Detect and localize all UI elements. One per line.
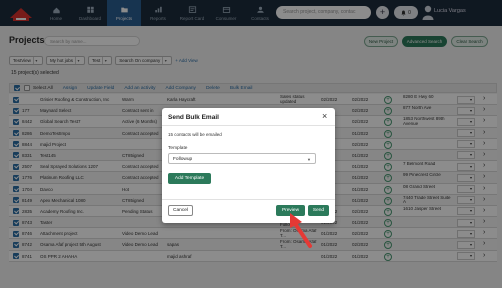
- template-select[interactable]: Followup ▼: [168, 153, 316, 164]
- dialog-divider: [162, 199, 335, 200]
- add-template-button[interactable]: Add Template: [168, 173, 211, 184]
- red-arrow-annotation-icon: [290, 213, 312, 248]
- template-label: Template: [168, 146, 188, 151]
- email-count-text: 15 contacts will be emailed: [168, 132, 222, 137]
- chevron-down-icon: ▼: [307, 157, 311, 162]
- cancel-button[interactable]: Cancel: [168, 205, 193, 216]
- send-bulk-email-dialog: Send Bulk Email × 15 contacts will be em…: [162, 108, 335, 223]
- dialog-divider: [162, 125, 335, 126]
- dialog-title: Send Bulk Email: [168, 114, 219, 121]
- template-value: Followup: [173, 157, 193, 162]
- close-icon[interactable]: ×: [322, 111, 327, 121]
